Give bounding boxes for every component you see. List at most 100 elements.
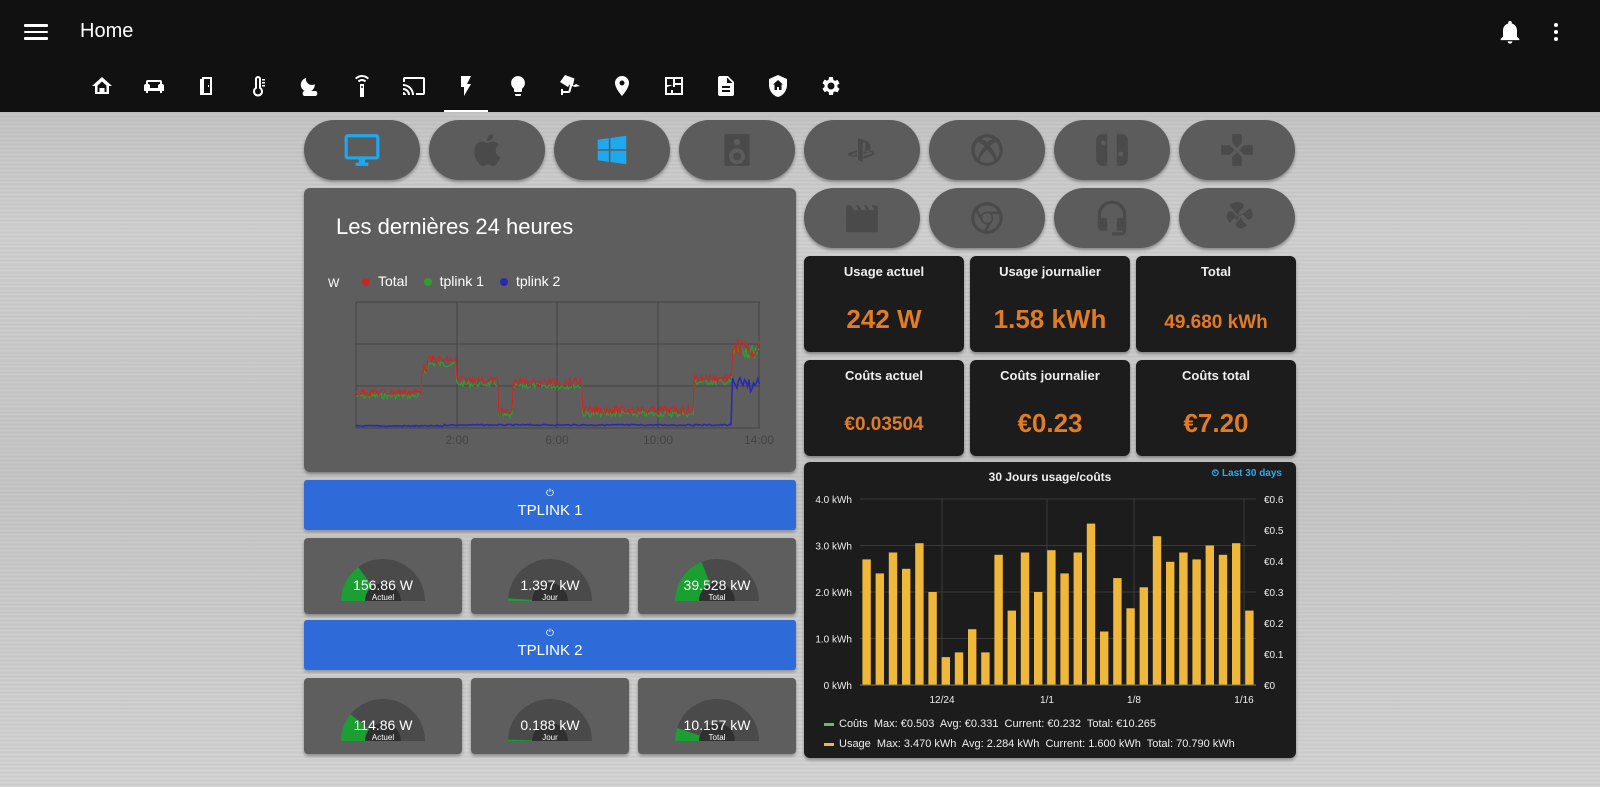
device-button-chrome[interactable] (929, 188, 1045, 248)
tab-weather-night[interactable] (284, 70, 336, 112)
bar[interactable] (862, 559, 871, 685)
movie-icon (846, 205, 878, 233)
bar[interactable] (1126, 608, 1135, 685)
menu-icon[interactable] (22, 20, 50, 44)
stat-card: Usage journalier 1.58 kWh (970, 256, 1130, 352)
bar[interactable] (1139, 587, 1148, 685)
flash-icon (461, 76, 471, 96)
bar[interactable] (941, 657, 950, 685)
device-button-headphones[interactable] (1054, 188, 1170, 248)
gauge-value: 1.397 kW (520, 577, 580, 593)
gauge-label: Actuel (371, 733, 395, 742)
bar[interactable] (1218, 554, 1228, 685)
tab-flash[interactable] (440, 70, 492, 112)
tab-thermometer[interactable] (232, 70, 284, 112)
bar[interactable] (1113, 578, 1122, 685)
tab-home-automation[interactable] (76, 70, 128, 112)
bar[interactable] (1205, 545, 1214, 686)
device-button-windows[interactable] (554, 120, 670, 180)
device-button-xbox[interactable] (929, 120, 1045, 180)
tab-door[interactable] (180, 70, 232, 112)
bar[interactable] (954, 652, 964, 685)
tab-remote[interactable] (336, 70, 388, 112)
stat-label: Usage actuel (843, 264, 925, 279)
tplink1-toggle-button[interactable]: ⏻ TPLINK 1 (304, 480, 796, 530)
legend-stats: Max: 3.470 kWh Avg: 2.284 kWh Current: 1… (876, 738, 1235, 750)
bar[interactable] (1100, 631, 1109, 686)
bar[interactable] (1245, 610, 1254, 685)
stat-value: 49.680 kWh (1164, 312, 1268, 333)
bar[interactable] (1034, 592, 1043, 685)
speaker-icon (724, 134, 750, 166)
device-button-fan[interactable] (1179, 188, 1295, 248)
x-tick-label: 1/16 (1234, 695, 1254, 706)
tplink1-label: TPLINK 1 (517, 502, 583, 519)
stat-value: €7.20 (1183, 408, 1249, 438)
stat-value: €0.03504 (844, 414, 924, 435)
weather-night-icon (300, 78, 318, 96)
tab-file-document[interactable] (700, 70, 752, 112)
more-options-icon[interactable] (1546, 18, 1566, 46)
bar[interactable] (902, 568, 911, 686)
notification-bell-icon[interactable] (1496, 18, 1524, 46)
bar[interactable] (968, 629, 977, 685)
monitor-icon (344, 134, 380, 166)
tab-cctv[interactable] (544, 70, 596, 112)
device-button-nintendo-switch[interactable] (1054, 120, 1170, 180)
bar[interactable] (1073, 552, 1082, 686)
bar[interactable] (1179, 552, 1188, 686)
bar[interactable] (1166, 561, 1175, 685)
tab-sofa[interactable] (128, 70, 180, 112)
legend-row[interactable]: Usage Max: 3.470 kWh Avg: 2.284 kWh Curr… (824, 734, 1235, 754)
energy-30-days-card: 30 Jours usage/coûts ⏲ Last 30 days 4.0 … (804, 462, 1296, 758)
bar[interactable] (1047, 550, 1056, 685)
bar[interactable] (1192, 559, 1201, 685)
stat-label: Coûts journalier (1000, 368, 1100, 383)
thermometer-icon (253, 76, 265, 97)
xbox-icon (971, 134, 1003, 166)
bar[interactable] (1060, 573, 1069, 685)
x-tick-label: 14:00 (744, 433, 774, 447)
settings-icon (822, 77, 840, 95)
bar[interactable] (1152, 536, 1162, 685)
apple-icon (474, 133, 501, 166)
bar[interactable] (1232, 543, 1241, 685)
device-button-speaker[interactable] (679, 120, 795, 180)
bar[interactable] (1020, 552, 1030, 686)
bar[interactable] (981, 652, 990, 685)
file-document-icon (718, 76, 734, 96)
tab-settings[interactable] (804, 70, 856, 112)
y2-tick-label: €0 (1264, 681, 1276, 692)
bar[interactable] (1086, 523, 1096, 685)
device-button-gamepad[interactable] (1179, 120, 1295, 180)
legend-stats: Max: €0.503 Avg: €0.331 Current: €0.232 … (873, 718, 1157, 730)
bar[interactable] (928, 592, 937, 685)
bar[interactable] (888, 552, 898, 686)
tab-shield-home[interactable] (752, 70, 804, 112)
cast-icon (403, 77, 425, 95)
tab-cast[interactable] (388, 70, 440, 112)
legend-swatch (824, 742, 834, 746)
gauge-value: 0.188 kW (520, 717, 580, 733)
bar[interactable] (994, 554, 1003, 685)
y-tick-label: 1.0 kWh (815, 635, 852, 646)
y2-tick-label: €0.1 (1264, 650, 1284, 661)
series-line (355, 344, 760, 420)
gauge-value: 114.86 W (353, 717, 413, 733)
device-button-movie[interactable] (804, 188, 920, 248)
device-button-playstation[interactable] (804, 120, 920, 180)
tab-floor-plan[interactable] (648, 70, 700, 112)
bar[interactable] (1007, 610, 1016, 685)
device-button-monitor[interactable] (304, 120, 420, 180)
tplink2-toggle-button[interactable]: ⏻ TPLINK 2 (304, 620, 796, 670)
y2-tick-label: €0.2 (1264, 619, 1284, 630)
stat-card: Coûts total €7.20 (1136, 360, 1296, 456)
bar[interactable] (915, 543, 924, 685)
bar[interactable] (875, 573, 884, 685)
tab-map-marker[interactable] (596, 70, 648, 112)
y2-tick-label: €0.4 (1264, 557, 1284, 568)
gauge-label: Total (708, 733, 726, 742)
device-button-apple[interactable] (429, 120, 545, 180)
tab-lightbulb[interactable] (492, 70, 544, 112)
legend-row[interactable]: Coûts Max: €0.503 Avg: €0.331 Current: €… (824, 714, 1235, 734)
